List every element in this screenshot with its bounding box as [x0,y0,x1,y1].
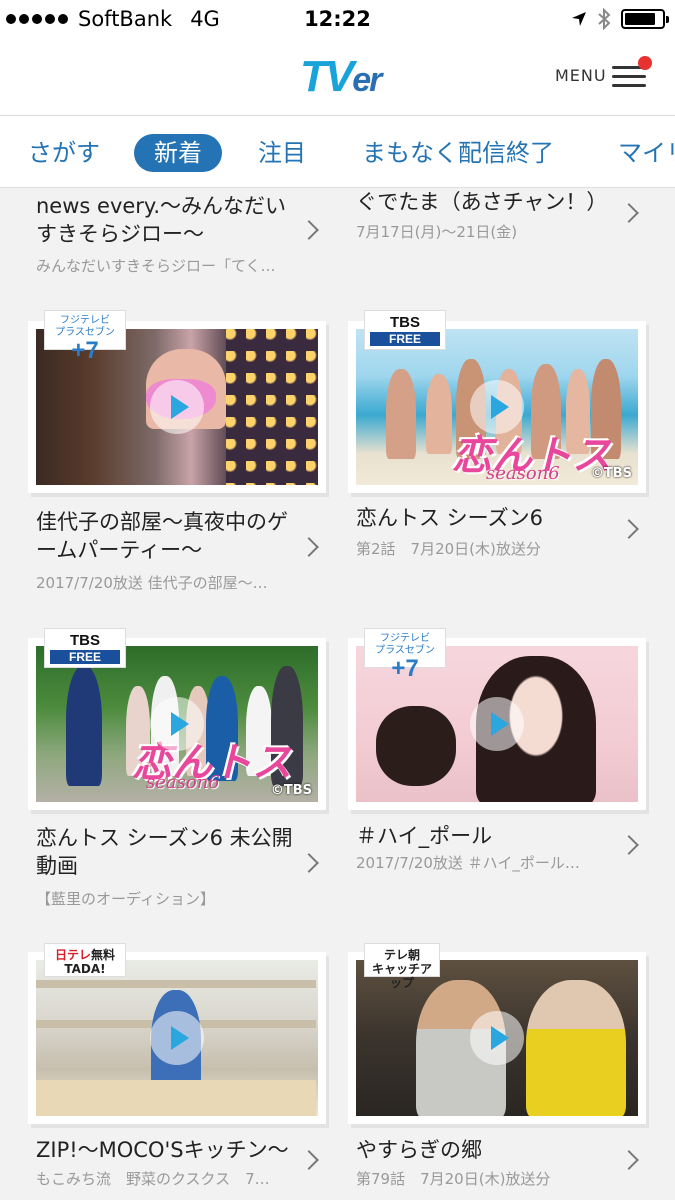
play-icon [470,1011,524,1065]
chevron-right-icon [619,203,639,223]
chevron-right-icon [619,835,639,855]
episode-subtitle: もこみち流 野菜のクスクス 7… [36,1170,270,1188]
tbs-free-badge: TBS FREE [364,310,446,350]
play-icon [150,1011,204,1065]
episode-title: ぐでたま（あさチャン！） [356,190,608,214]
tver-logo[interactable]: TVer [300,52,382,102]
episode-title: 恋んトス シーズン6 [356,506,543,530]
play-icon [150,697,204,751]
episode-subtitle: みんなだいすきそらジロー「てく… [36,257,276,275]
episode-title: 佳代子の部屋〜真夜中のゲ ームパーティー〜 [36,510,288,562]
location-icon [572,12,586,26]
episode-thumbnail[interactable] [28,952,326,1124]
play-icon [470,380,524,434]
tvasahi-catchup-badge: テレ朝 キャッチアップ [364,943,440,990]
episode-subtitle: 2017/7/20放送 ＃ハイ_ポール… [356,854,580,872]
chevron-right-icon [619,1150,639,1170]
episode-subtitle: 【藍里のオーディション】 [36,890,215,908]
chevron-right-icon [619,519,639,539]
bluetooth-icon [598,8,611,30]
notification-dot [638,56,652,70]
episode-title: 恋んトス シーズン6 未公開 動画 [36,826,293,878]
app-header: TVer MENU [0,40,675,116]
menu-label[interactable]: MENU [555,66,607,85]
tab-sagasu[interactable]: さがす [28,134,100,172]
episode-title: やすらぎの郷 [356,1138,482,1162]
episode-subtitle: 第2話 7月20日(木)放送分 [356,540,541,558]
episode-list: news every.〜みんなだい すきそらジロー〜 みんなだいすきそらジロー「… [0,188,675,1200]
episode-title: ＃ハイ_ポール [356,824,493,848]
tab-shinchaku[interactable]: 新着 [134,134,222,172]
fuji-plus7-badge: フジテレビ プラスセブン +7 [364,628,446,681]
episode-title: news every.〜みんなだい すきそらジロー〜 [36,194,287,246]
episode-subtitle: 2017/7/20放送 佳代子の部屋〜… [36,574,268,592]
category-tabs: さがす 新着 注目 まもなく配信終了 マイリ [0,116,675,188]
tab-mamonaku-haishin-shuryo[interactable]: まもなく配信終了 [362,134,554,172]
status-bar: SoftBank 4G 12:22 [0,0,675,40]
tab-chumoku[interactable]: 注目 [258,134,306,172]
ntv-tada-badge: 日テレ無料TADA! [44,943,126,977]
episode-title: ZIP!〜MOCO'Sキッチン〜 [36,1138,289,1162]
tab-my-list[interactable]: マイリ [618,134,675,172]
chevron-right-icon [299,1150,319,1170]
episode-subtitle: 第79話 7月20日(木)放送分 [356,1170,551,1188]
play-icon [470,697,524,751]
fuji-plus7-badge: フジテレビ プラスセブン +7 [44,310,126,363]
play-icon [150,380,204,434]
episode-subtitle: 7月17日(月)〜21日(金) [356,223,518,241]
tbs-free-badge: TBS FREE [44,628,126,668]
battery-icon [621,9,669,29]
